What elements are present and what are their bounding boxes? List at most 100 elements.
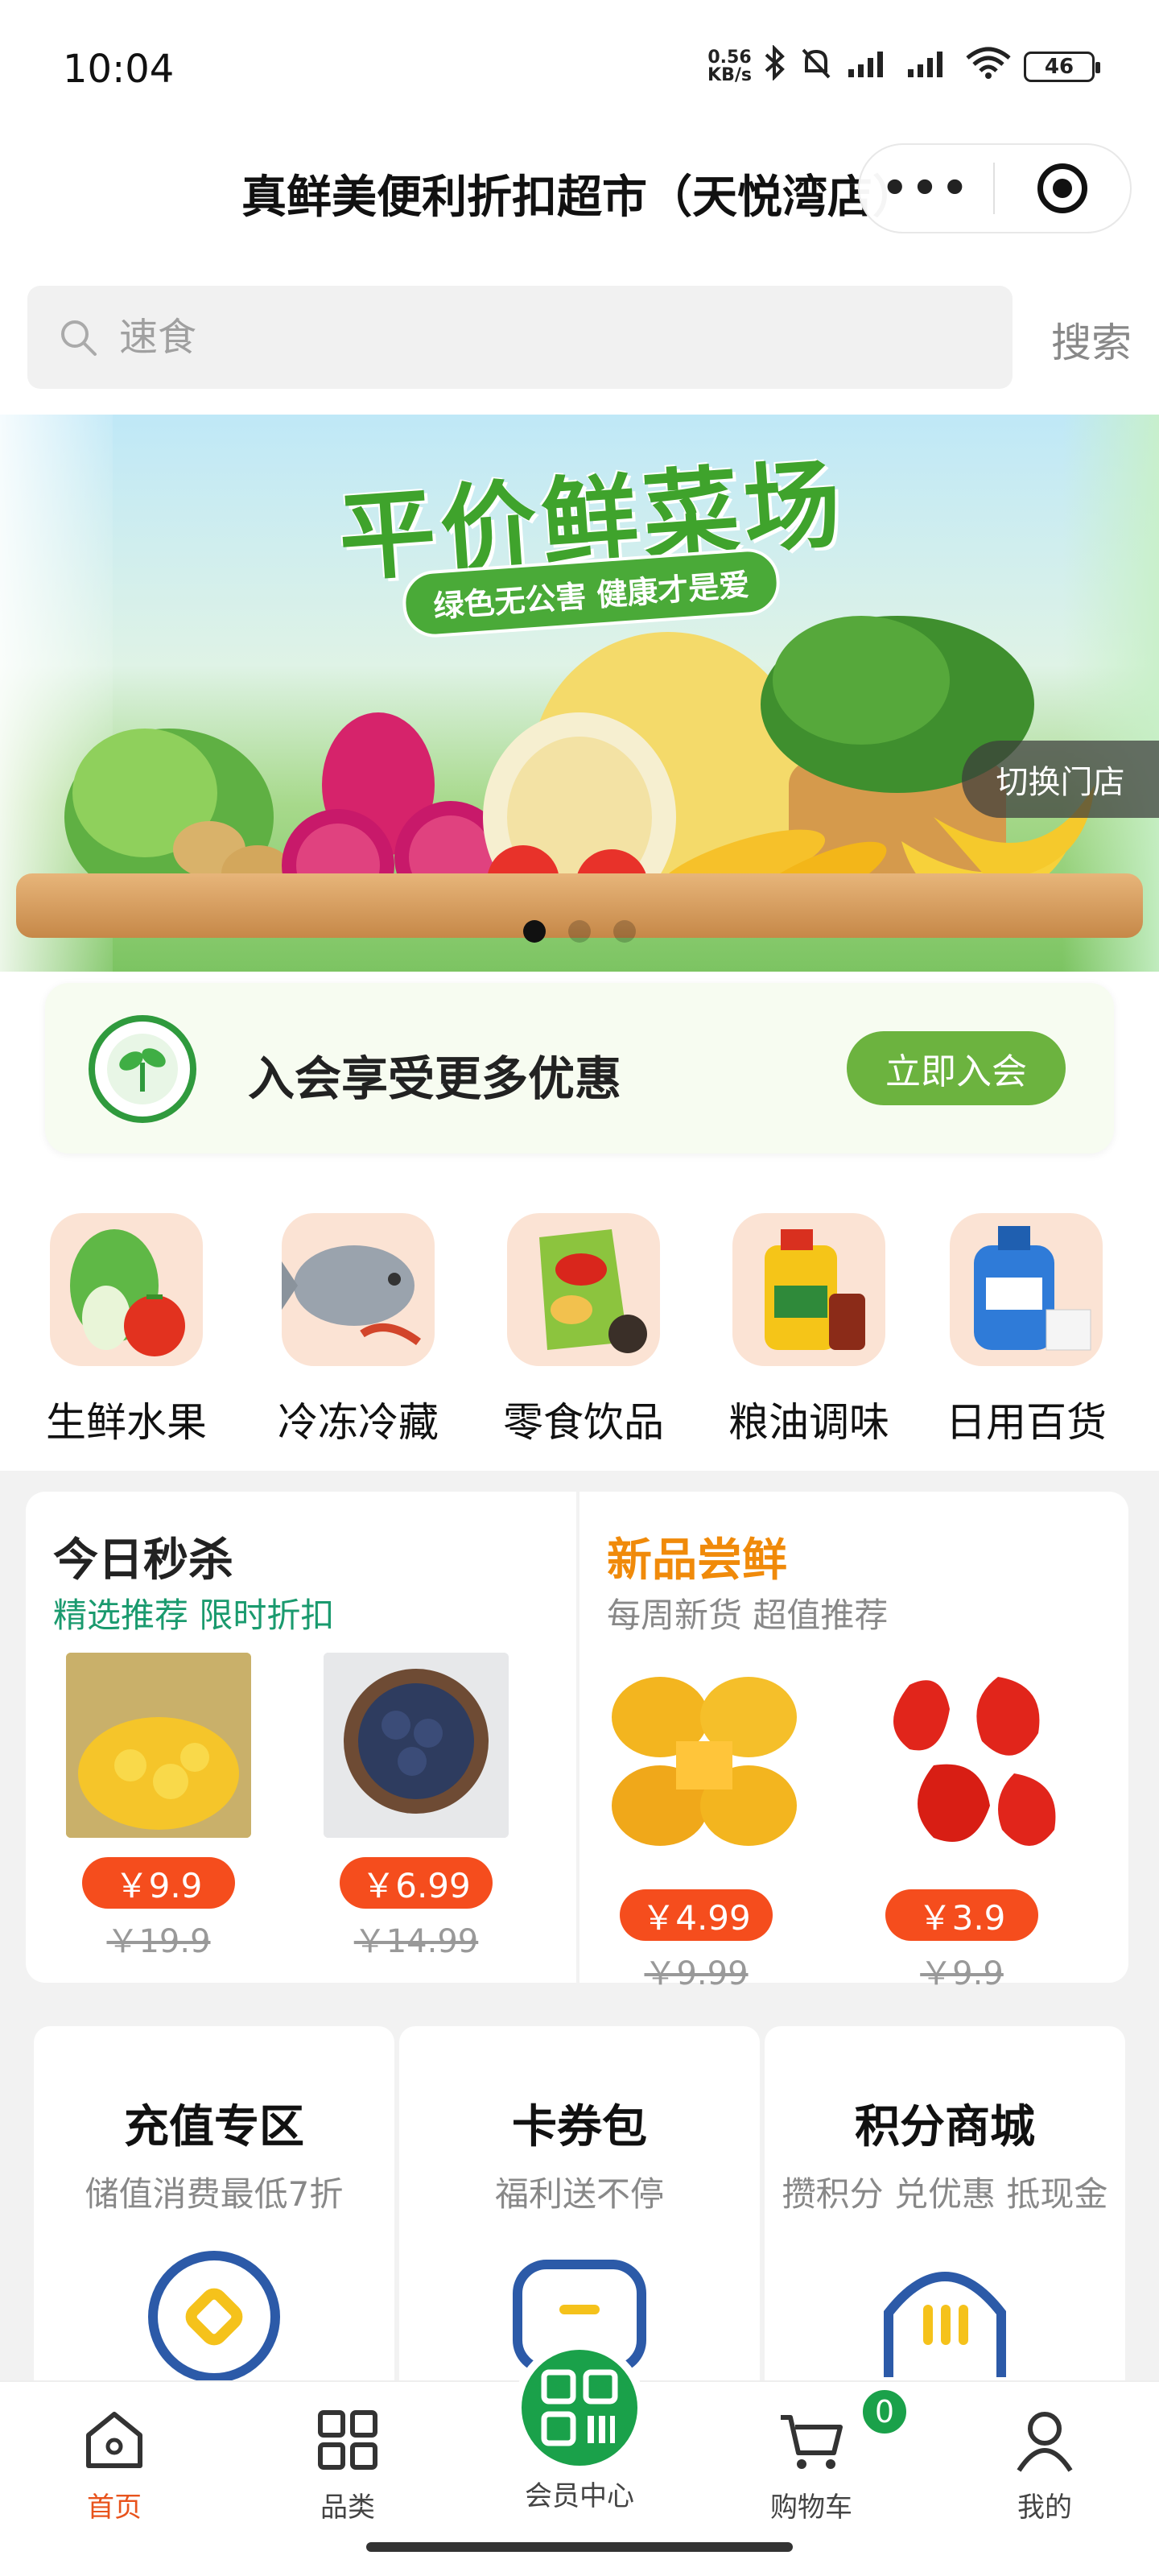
points-icon: [884, 2272, 1006, 2377]
tab-category[interactable]: 品类: [267, 2406, 428, 2524]
wifi-icon: [964, 45, 1013, 88]
new-product-1[interactable]: ￥4.99 ￥9.99: [596, 1653, 813, 1994]
net-speed-value: 0.56: [707, 47, 752, 68]
search-box[interactable]: [27, 286, 1013, 389]
recharge-card[interactable]: 充值专区 储值消费最低7折: [34, 2026, 394, 2383]
banner-dot-3[interactable]: [613, 920, 636, 943]
net-speed: 0.56 KB/s: [707, 47, 752, 85]
price-tag: ￥9.9: [82, 1857, 235, 1909]
store-title: 真鲜美便利折扣超市（天悦湾店）: [241, 171, 918, 224]
original-price: ￥9.9: [920, 1955, 1004, 1992]
oil-icon: [732, 1213, 885, 1366]
search-button[interactable]: 搜索: [1051, 311, 1132, 369]
new-product-2[interactable]: ￥3.9 ￥9.9: [861, 1653, 1079, 1994]
membership-card[interactable]: 入会享受更多优惠 立即入会: [45, 983, 1114, 1154]
cart-icon: [781, 2415, 843, 2469]
category-snacks-drinks[interactable]: 零食饮品: [475, 1213, 692, 1448]
service-subtitle: 福利送不停: [494, 2174, 664, 2214]
search-icon: [61, 320, 97, 356]
product-image: [861, 1653, 1079, 1870]
net-speed-unit: KB/s: [707, 64, 752, 85]
tab-label: 会员中心: [525, 2480, 634, 2512]
service-title: 充值专区: [124, 2101, 304, 2153]
cart-count-badge: 0: [860, 2387, 909, 2437]
mute-bell-icon: [798, 45, 834, 88]
original-price: ￥19.9: [106, 1923, 211, 1960]
category-grain-oil[interactable]: 粮油调味: [700, 1213, 918, 1448]
bluetooth-icon: [763, 44, 787, 88]
category-daily-goods[interactable]: 日用百货: [918, 1213, 1135, 1448]
product-image: [324, 1653, 509, 1838]
membership-promo-text: 入会享受更多优惠: [248, 1051, 622, 1106]
more-menu-button[interactable]: •••: [860, 167, 993, 209]
tab-label: 购物车: [770, 2491, 852, 2524]
vegetable-icon: [50, 1213, 203, 1366]
search-input[interactable]: [119, 315, 843, 360]
coin-icon: [148, 2251, 280, 2383]
home-indicator: [366, 2542, 793, 2552]
chips-icon: [507, 1213, 660, 1366]
status-time: 10:04: [63, 47, 175, 92]
promo-section: 今日秒杀 精选推荐 限时折扣 ￥9.9 ￥19.9 ￥6.99 ￥14.99 新…: [0, 1471, 1159, 2018]
category-label: 冷冻冷藏: [278, 1399, 439, 1446]
tab-label: 品类: [320, 2491, 375, 2524]
category-label: 零食饮品: [503, 1399, 664, 1446]
tab-mine[interactable]: 我的: [964, 2406, 1125, 2524]
price-tag: ￥4.99: [620, 1889, 773, 1941]
status-icons: 0.56 KB/s 46: [707, 44, 1100, 88]
target-icon: [1037, 163, 1087, 213]
service-title: 卡券包: [512, 2101, 647, 2153]
price-tag: ￥3.9: [885, 1889, 1038, 1941]
original-price: ￥9.99: [644, 1955, 749, 1992]
coupon-wallet-card[interactable]: 卡券包 福利送不停: [399, 2026, 760, 2380]
category-fresh-produce[interactable]: 生鲜水果: [18, 1213, 235, 1448]
product-image: [596, 1653, 813, 1870]
promo-banner[interactable]: 平价鲜菜场 绿色无公害 健康才是爱 切换门店: [0, 415, 1159, 972]
qr-code-icon: [514, 2342, 645, 2474]
category-frozen[interactable]: 冷冻冷藏: [250, 1213, 467, 1448]
mini-program-capsule: •••: [858, 143, 1132, 233]
tab-label: 首页: [87, 2491, 142, 2524]
service-subtitle: 储值消费最低7折: [85, 2174, 344, 2214]
search-bar: 搜索: [0, 282, 1159, 415]
original-price: ￥14.99: [353, 1923, 479, 1960]
services-section: 充值专区 储值消费最低7折 卡券包 福利送不停 积分商城 攒积分 兑优惠 抵现金: [0, 2018, 1159, 2383]
product-image: [66, 1653, 251, 1838]
store-logo: [89, 1015, 196, 1123]
close-mini-program-button[interactable]: [995, 163, 1130, 213]
signal-icon-2: [905, 45, 953, 88]
tab-home[interactable]: 首页: [34, 2406, 195, 2524]
banner-pagination: [523, 920, 636, 943]
flash-product-2[interactable]: ￥6.99 ￥14.99: [316, 1653, 517, 1962]
tab-member-center[interactable]: 会员中心: [499, 2342, 660, 2513]
flash-sale-title: 今日秒杀: [53, 1534, 233, 1587]
grid-icon: [318, 2410, 377, 2470]
join-now-button[interactable]: 立即入会: [847, 1031, 1066, 1105]
nav-header: 真鲜美便利折扣超市（天悦湾店） •••: [0, 137, 1159, 282]
home-icon: [86, 2412, 142, 2468]
signal-icon: [845, 45, 893, 88]
flash-sale-card[interactable]: 今日秒杀 精选推荐 限时折扣 ￥9.9 ￥19.9 ￥6.99 ￥14.99: [26, 1492, 576, 1983]
banner-dot-2[interactable]: [568, 920, 591, 943]
points-mall-card[interactable]: 积分商城 攒积分 兑优惠 抵现金: [765, 2026, 1125, 2380]
flash-sale-subtitle: 精选推荐 限时折扣: [53, 1596, 335, 1635]
category-grid: 生鲜水果 冷冻冷藏 零食饮品 粮油调味 日用百货: [0, 1173, 1159, 1471]
flash-product-1[interactable]: ￥9.9 ￥19.9: [58, 1653, 259, 1962]
category-label: 日用百货: [946, 1399, 1107, 1446]
status-bar: 10:04 0.56 KB/s 46: [0, 0, 1159, 137]
service-title: 积分商城: [855, 2101, 1035, 2153]
membership-section: 入会享受更多优惠 立即入会: [0, 972, 1159, 1173]
new-arrivals-title: 新品尝鲜: [607, 1534, 787, 1587]
fish-icon: [282, 1213, 435, 1366]
battery-indicator: 46: [1024, 51, 1100, 82]
new-arrivals-subtitle: 每周新货 超值推荐: [607, 1596, 889, 1635]
service-subtitle: 攒积分 兑优惠 抵现金: [782, 2174, 1108, 2214]
switch-store-button[interactable]: 切换门店: [962, 741, 1159, 818]
user-icon: [1017, 2412, 1073, 2472]
new-arrivals-card[interactable]: 新品尝鲜 每周新货 超值推荐 ￥4.99 ￥9.99 ￥3.9 ￥9.9: [580, 1492, 1128, 1992]
tab-label: 我的: [1017, 2491, 1072, 2524]
price-tag: ￥6.99: [340, 1857, 493, 1909]
banner-dot-1[interactable]: [523, 920, 546, 943]
category-label: 生鲜水果: [46, 1399, 207, 1446]
detergent-icon: [950, 1213, 1103, 1366]
